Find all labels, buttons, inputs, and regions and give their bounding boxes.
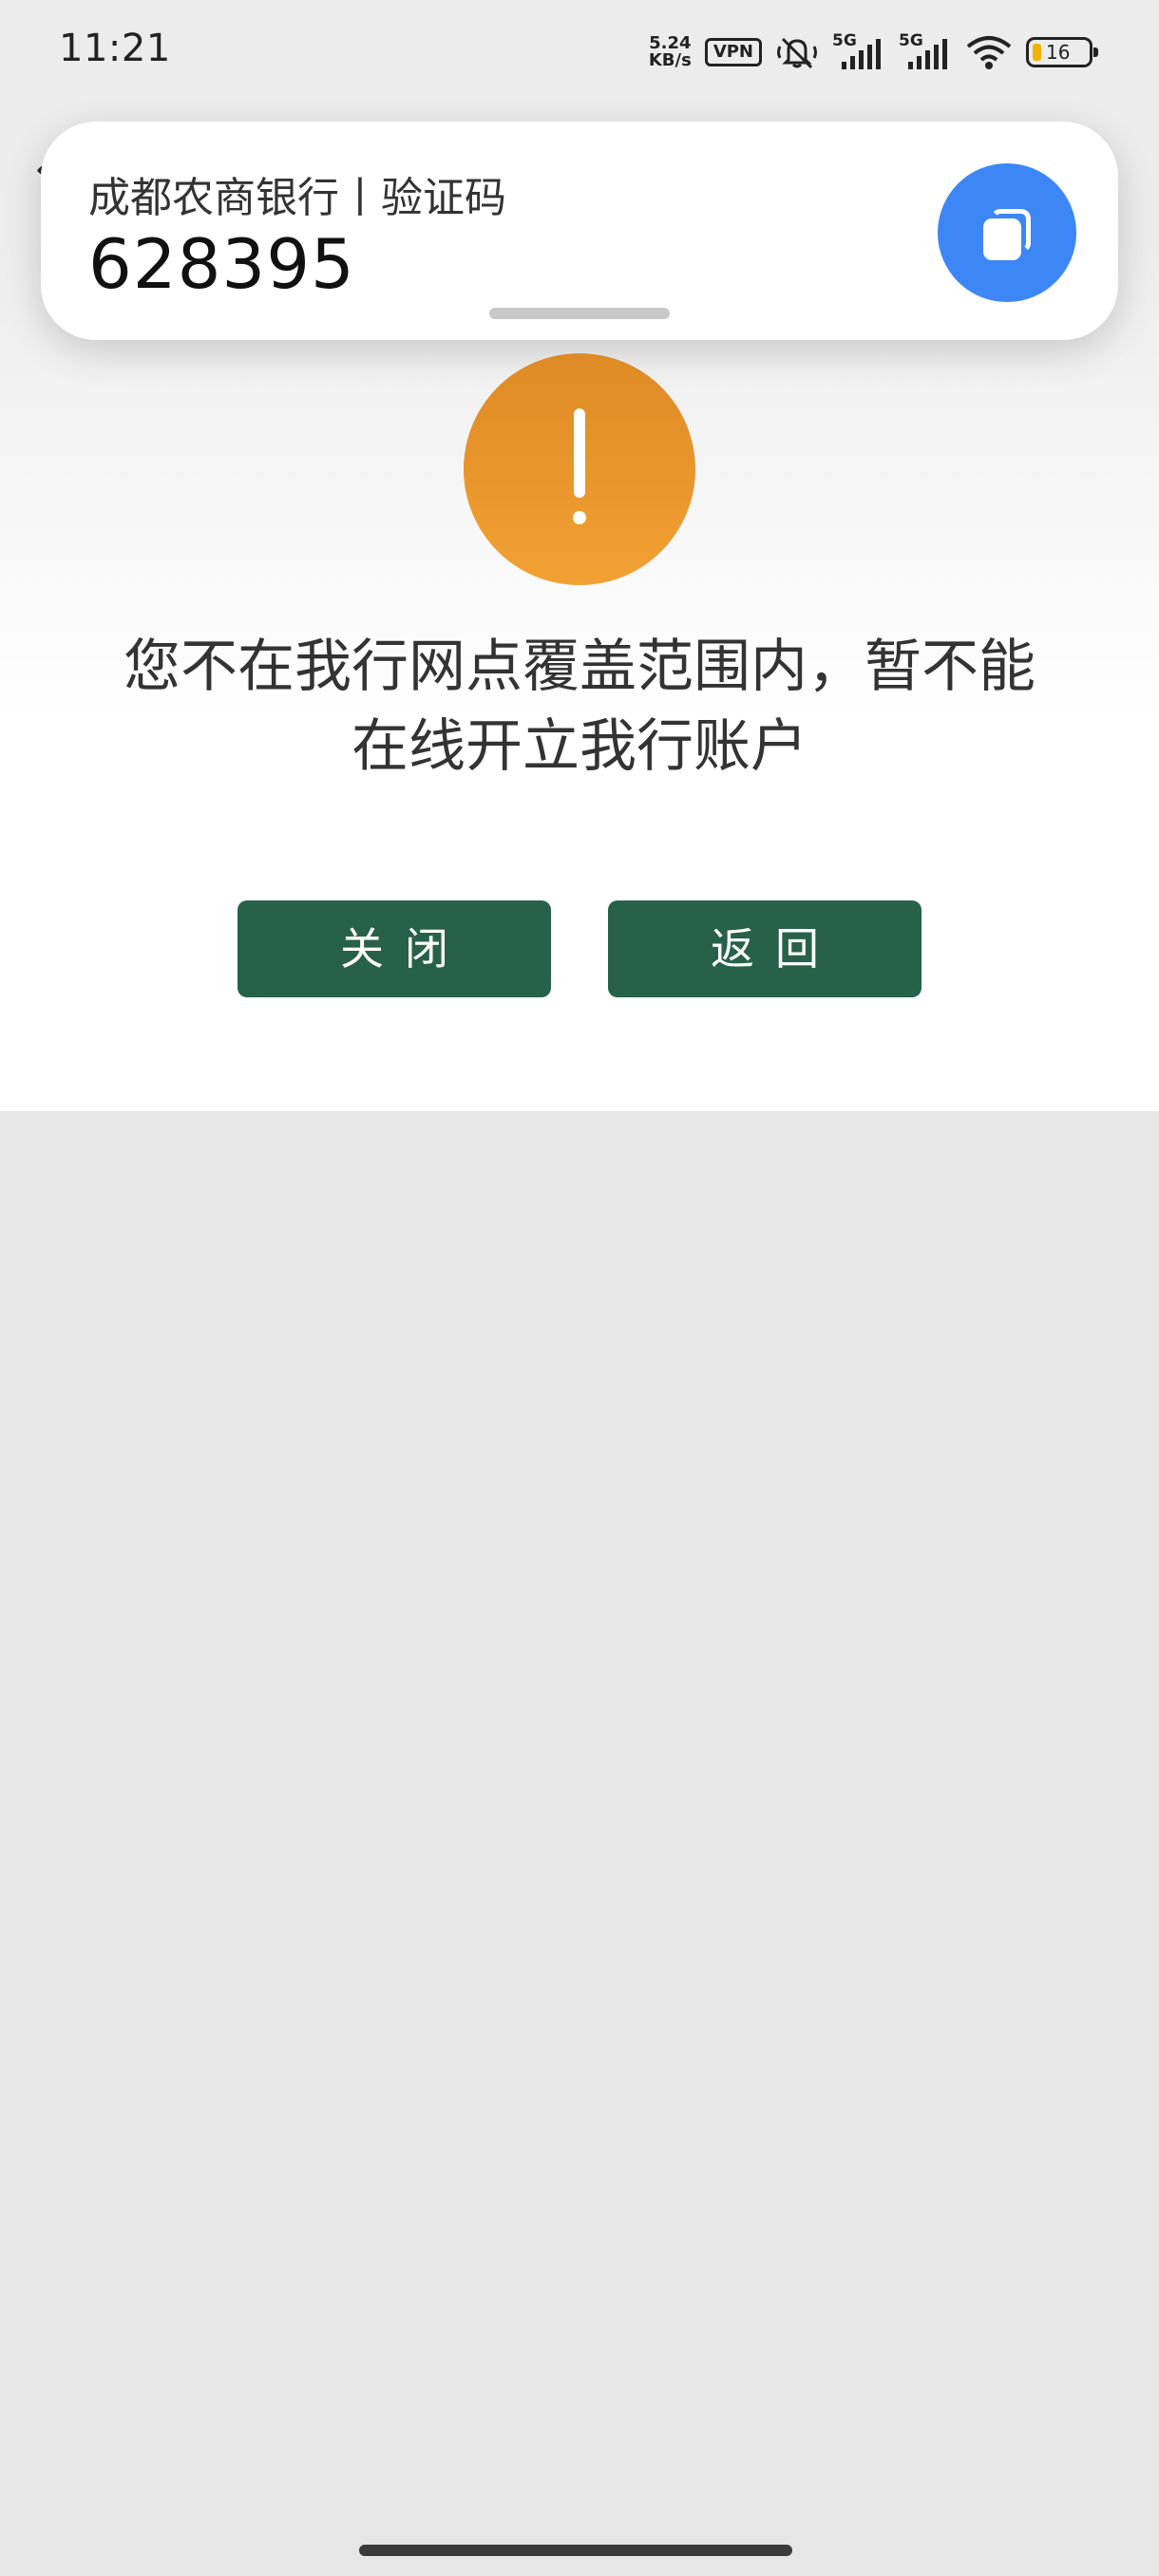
signal-icon: 5G (832, 31, 885, 71)
network-speed: 5.24 KB/s (649, 35, 692, 69)
network-speed-unit: KB/s (648, 50, 692, 70)
copy-code-button[interactable] (938, 163, 1076, 302)
mute-icon (777, 37, 817, 69)
notification-drag-handle[interactable] (489, 308, 670, 319)
status-bar: 11:21 5.24 KB/s VPN 5G 5G 16 (0, 0, 1159, 104)
error-message: 您不在我行网点覆盖范围内，暂不能 在线开立我行账户 (57, 627, 1102, 786)
battery-icon: 16 (1026, 37, 1098, 67)
battery-level: 16 (1046, 41, 1071, 64)
return-button[interactable]: 返回 (608, 900, 922, 997)
notification-title: 成都农商银行丨验证码 (88, 174, 506, 222)
status-time: 11:21 (59, 27, 171, 70)
close-button[interactable]: 关闭 (238, 900, 551, 997)
status-icons: 5.24 KB/s VPN 5G 5G 16 (649, 28, 1098, 76)
verification-code: 628395 (88, 224, 355, 304)
signal-icon: 5G (899, 31, 952, 71)
vpn-badge: VPN (704, 38, 762, 66)
error-message-line-1: 您不在我行网点覆盖范围内，暂不能 (124, 634, 1036, 700)
warning-icon (464, 353, 695, 585)
error-message-line-2: 在线开立我行账户 (352, 713, 808, 780)
gesture-navigation-bar[interactable] (359, 2545, 792, 2556)
wifi-icon (966, 36, 1012, 69)
sms-code-notification[interactable]: 成都农商银行丨验证码 628395 (41, 122, 1118, 340)
